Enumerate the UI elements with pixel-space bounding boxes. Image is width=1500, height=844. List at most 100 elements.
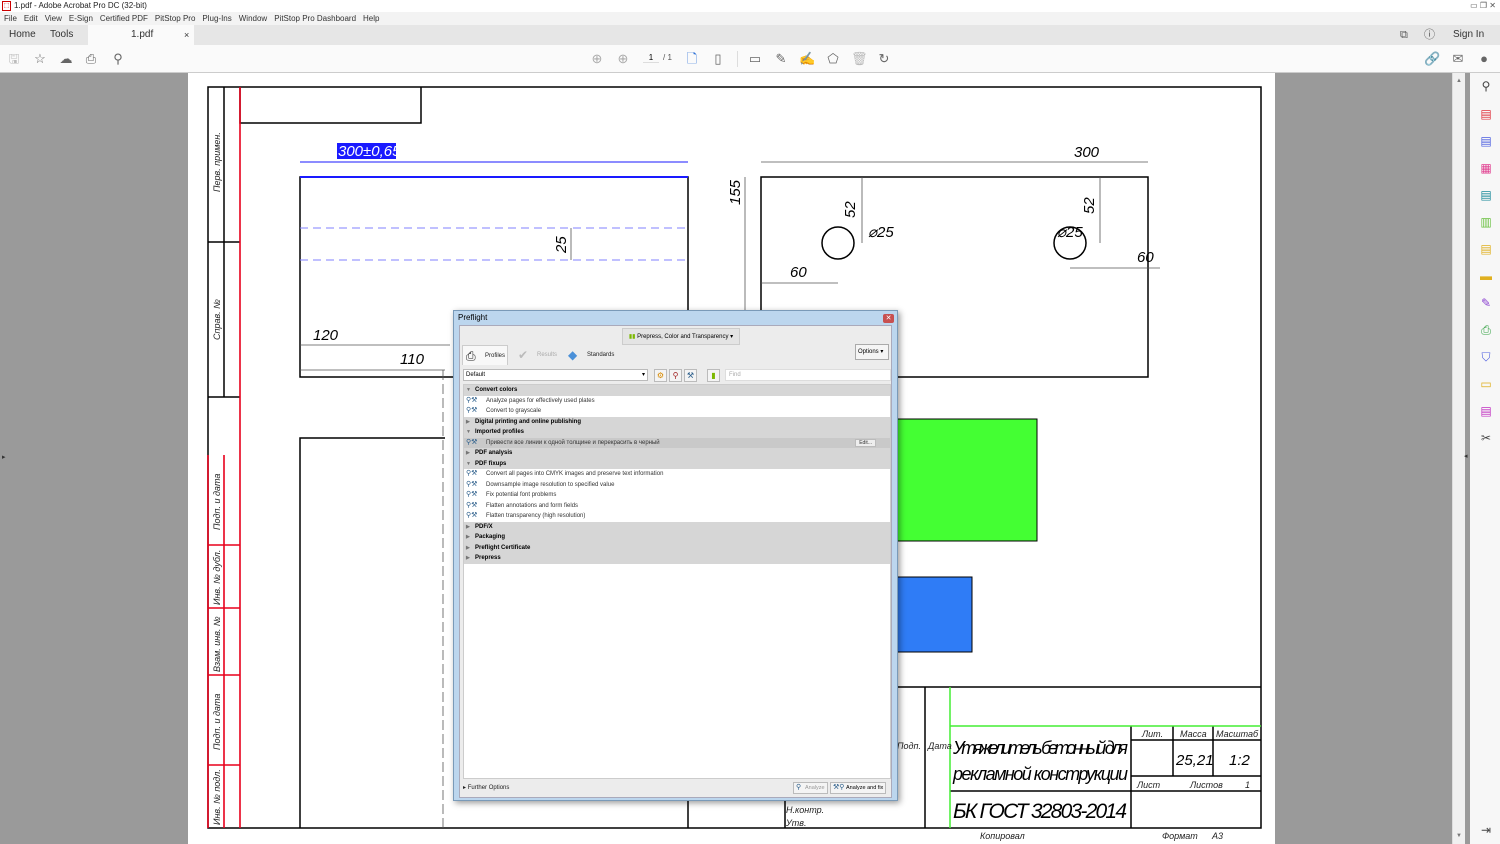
row-label: Analyze pages for effectively used plate… <box>486 397 595 404</box>
customize-tools-icon[interactable]: ✂ <box>1479 431 1493 445</box>
profile-group[interactable]: ▶ Packaging <box>464 532 890 543</box>
tab-standards[interactable]: ◆ Standards <box>565 345 614 365</box>
stamp-mass-label: Масса <box>1180 729 1207 739</box>
compare-icon[interactable]: ▥ <box>1479 215 1493 229</box>
stamp-sheets-value: 1 <box>1245 780 1250 790</box>
results-icon: ✔ <box>518 348 529 362</box>
profile-group[interactable]: ▶ Prepress <box>464 553 890 564</box>
profile-group-icon: ▮▮ <box>628 334 638 340</box>
analyze-fix-label: Analyze and fix <box>846 785 884 791</box>
find-input[interactable]: Find <box>725 369 891 381</box>
stamp-scale-label: Масштаб <box>1216 729 1259 739</box>
collapsed-arrow-icon: ▶ <box>466 523 470 530</box>
options-label: Options <box>858 349 879 355</box>
collapsed-arrow-icon: ▶ <box>466 534 470 540</box>
blue-rectangle <box>896 576 973 653</box>
profile-item[interactable]: ⚲⚒ Analyze pages for effectively used pla… <box>464 396 890 407</box>
profile-item[interactable]: ⚲⚒ Downsample image resolution to specifi… <box>464 480 890 491</box>
row-label: Flatten transparency (high resolution) <box>486 513 586 519</box>
further-options-label: Further Options <box>467 785 510 791</box>
profile-item[interactable]: ⚲⚒ Flatten annotations and form fields <box>464 501 890 512</box>
stamp-sheets: Листов <box>1189 780 1223 790</box>
profile-group-dropdown[interactable]: ▮▮ Prepress, Color and Transparency ▾ <box>622 328 740 345</box>
profiles-icon: ⎙ <box>466 349 476 363</box>
tab-standards-label: Standards <box>587 352 615 358</box>
side-label-inv-podl: Инв. № подл. <box>212 769 222 825</box>
organize-pages-icon[interactable]: ▦ <box>1479 161 1493 175</box>
row-label: Convert colors <box>475 387 518 393</box>
comment-tool-icon[interactable]: ▬ <box>1479 269 1493 283</box>
further-options-toggle[interactable]: ▸ Further Options <box>463 784 509 791</box>
library-select[interactable]: Default ▾ <box>463 369 648 381</box>
stamp-copied: Копировал <box>980 831 1025 841</box>
dim-120: 120 <box>313 327 339 344</box>
profile-group[interactable]: ▼ PDF fixups <box>464 458 890 469</box>
fill-sign-icon[interactable]: ✎ <box>1479 296 1493 310</box>
expand-pane-icon[interactable]: ⇥ <box>1479 823 1493 837</box>
profile-item[interactable]: ⚲⚒ Convert all pages into CMYK images and… <box>464 469 890 480</box>
tab-results-label: Results <box>537 352 558 358</box>
side-label-inv-dubl: Инв. № дубл. <box>212 550 222 605</box>
create-pdf-icon[interactable]: ▤ <box>1479 107 1493 121</box>
profile-wrench-icon: ⚲⚒ <box>466 480 478 488</box>
profile-wrench-icon: ⚲⚒ <box>466 501 478 509</box>
filter-fixups-icon[interactable]: ⚙ <box>654 369 667 382</box>
tab-profiles-label: Profiles <box>485 353 506 359</box>
print-production-icon[interactable]: ⎙ <box>1479 323 1493 337</box>
stamp-format-value: А3 <box>1211 831 1223 841</box>
profile-group[interactable]: ▶ Preflight Certificate <box>464 542 890 553</box>
export-pdf-icon[interactable]: ▤ <box>1479 134 1493 148</box>
tab-results[interactable]: ✔ Results <box>515 345 557 365</box>
profile-group[interactable]: ▶ PDF/X <box>464 521 890 532</box>
stamp-format: Формат <box>1162 831 1198 841</box>
profile-item[interactable]: ⚲⚒ Convert to grayscale <box>464 406 890 417</box>
profile-group[interactable]: ▼ Imported profiles <box>464 427 890 438</box>
profile-item[interactable]: ⚲⚒ Flatten transparency (high resolution) <box>464 511 890 522</box>
combine-icon[interactable]: ▤ <box>1479 242 1493 256</box>
row-label: Packaging <box>475 534 506 540</box>
profile-group[interactable]: ▶ Digital printing and online publishing <box>464 416 890 427</box>
side-label-podp-data-1: Подп. и дата <box>212 474 222 530</box>
row-label: Imported profiles <box>475 429 525 435</box>
profile-item[interactable]: ⚲⚒ Fix potential font problems <box>464 490 890 501</box>
dim-110: 110 <box>400 351 425 368</box>
action-wizard-icon[interactable]: ▭ <box>1479 377 1493 391</box>
tab-profiles[interactable]: ⎙ Profiles <box>462 345 508 365</box>
right-panel-collapse-icon[interactable]: ◂ <box>1464 452 1468 460</box>
edit-profile-button[interactable]: Edit... <box>855 438 876 447</box>
stamp-lit: Лит. <box>1141 729 1163 739</box>
dim-300: 300 <box>1074 144 1100 161</box>
filter-wrench-icon[interactable]: ⚒ <box>684 369 697 382</box>
row-label: Fix potential font problems <box>486 492 557 498</box>
analyze-button[interactable]: ⚲ Analyze <box>793 782 828 794</box>
collapsed-arrow-icon: ▶ <box>466 544 470 551</box>
dialog-close-button[interactable]: ✕ <box>883 314 894 323</box>
profile-wrench-icon: ⚲⚒ <box>466 396 478 404</box>
dim-155: 155 <box>727 179 744 205</box>
dia-25a: ⌀25 <box>868 224 894 241</box>
collapsed-arrow-icon: ▶ <box>466 450 470 456</box>
row-label: Downsample image resolution to specified… <box>486 481 615 488</box>
row-label: Convert all pages into CMYK images and p… <box>486 471 664 477</box>
dialog-title: Preflight <box>458 313 488 322</box>
stamp-scale: 1:2 <box>1229 752 1251 769</box>
green-rectangle <box>896 418 1038 542</box>
side-label-podp-data-2: Подп. и дата <box>212 694 222 750</box>
stamp-designation: БК ГОСТ 32803-2014 <box>953 800 1127 823</box>
profile-group[interactable]: ▼ Convert colors <box>464 385 890 396</box>
protect-icon[interactable]: ⛉ <box>1479 350 1493 364</box>
group-icon[interactable]: ▮ <box>707 369 720 382</box>
collapsed-arrow-icon: ▶ <box>466 418 470 425</box>
collapsed-arrow-icon: ▶ <box>466 555 470 561</box>
dim-52b: 52 <box>1081 197 1098 214</box>
row-label: Привести все линии к одной толщине и пер… <box>486 439 660 446</box>
analyze-fix-button[interactable]: ⚒⚲ Analyze and fix <box>830 782 887 794</box>
dia-25b: ⌀25 <box>1057 224 1083 241</box>
profile-item[interactable]: ⚲⚒ Привести все линии к одной толщине и п… <box>464 437 890 448</box>
profile-group[interactable]: ▶ PDF analysis <box>464 448 890 459</box>
zoom-tool-icon[interactable]: ⚲ <box>1479 79 1493 93</box>
filter-checks-icon[interactable]: ⚲ <box>669 369 682 382</box>
prepare-form-icon[interactable]: ▤ <box>1479 404 1493 418</box>
edit-pdf-icon[interactable]: ▤ <box>1479 188 1493 202</box>
options-button[interactable]: Options ▾ <box>855 344 889 360</box>
